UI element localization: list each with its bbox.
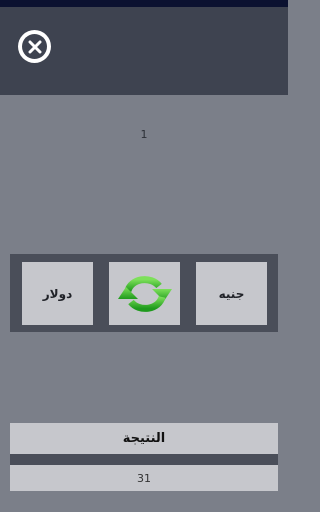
header-bar: [0, 7, 288, 95]
converter-panel: دولار جنيه: [10, 254, 278, 332]
amount-input[interactable]: 1: [0, 128, 288, 141]
status-bar: [0, 0, 288, 7]
result-divider: [10, 454, 278, 465]
result-value: 31: [10, 465, 278, 491]
refresh-arrows-icon: [117, 275, 172, 312]
close-button[interactable]: [18, 30, 51, 63]
result-label: النتيجة: [10, 423, 278, 454]
to-currency-button[interactable]: جنيه: [196, 262, 267, 325]
from-currency-button[interactable]: دولار: [22, 262, 93, 325]
close-icon: [22, 34, 47, 59]
swap-button[interactable]: [109, 262, 180, 325]
